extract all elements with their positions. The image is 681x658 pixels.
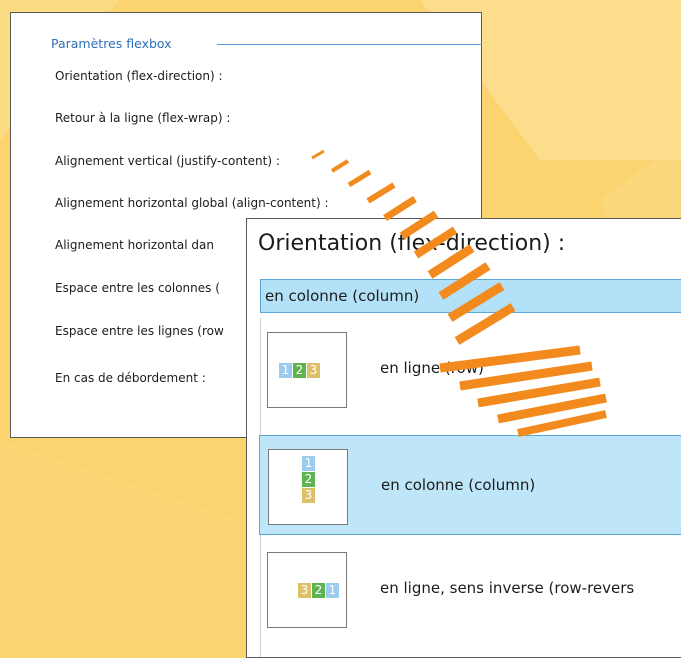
square-3: 3 [298,583,311,598]
row-reverse-preview-icon: 3 2 1 [267,552,347,628]
square-1: 1 [302,456,315,471]
column-preview-icon: 1 2 3 [268,449,348,525]
option-row-label: en ligne (row) [380,359,484,377]
option-row[interactable]: 1 2 3 en ligne (row) [259,319,681,419]
field-label-flex-wrap: Retour à la ligne (flex-wrap) : [55,111,231,125]
square-2: 2 [302,472,315,487]
field-label-row-gap: Espace entre les lignes (row [55,324,224,338]
option-row-reverse-label: en ligne, sens inverse (row-revers [380,579,635,597]
square-3: 3 [302,488,315,503]
square-3: 3 [307,363,320,378]
option-column-label: en colonne (column) [381,476,536,494]
orientation-title: Orientation (flex-direction) : [258,231,566,256]
square-2: 2 [312,583,325,598]
legend-divider [217,44,482,45]
option-column[interactable]: 1 2 3 en colonne (column) [259,435,681,535]
settings-group-legend: Paramètres flexbox [51,36,172,51]
orientation-dropdown-zoom: Orientation (flex-direction) : en colonn… [246,218,681,658]
square-1: 1 [279,363,292,378]
field-label-column-gap: Espace entre les colonnes ( [55,281,220,295]
orientation-select[interactable]: en colonne (column) [260,279,681,313]
orientation-selected-value: en colonne (column) [265,287,420,305]
field-label-orientation: Orientation (flex-direction) : [55,69,223,83]
square-1: 1 [326,583,339,598]
option-row-reverse[interactable]: 3 2 1 en ligne, sens inverse (row-revers [259,539,681,639]
square-2: 2 [293,363,306,378]
row-preview-icon: 1 2 3 [267,332,347,408]
field-label-align-items: Alignement horizontal dan [55,238,214,252]
field-label-justify-content: Alignement vertical (justify-content) : [55,154,280,168]
field-label-align-content: Alignement horizontal global (align-cont… [55,196,329,210]
field-label-overflow: En cas de débordement : [55,371,206,385]
